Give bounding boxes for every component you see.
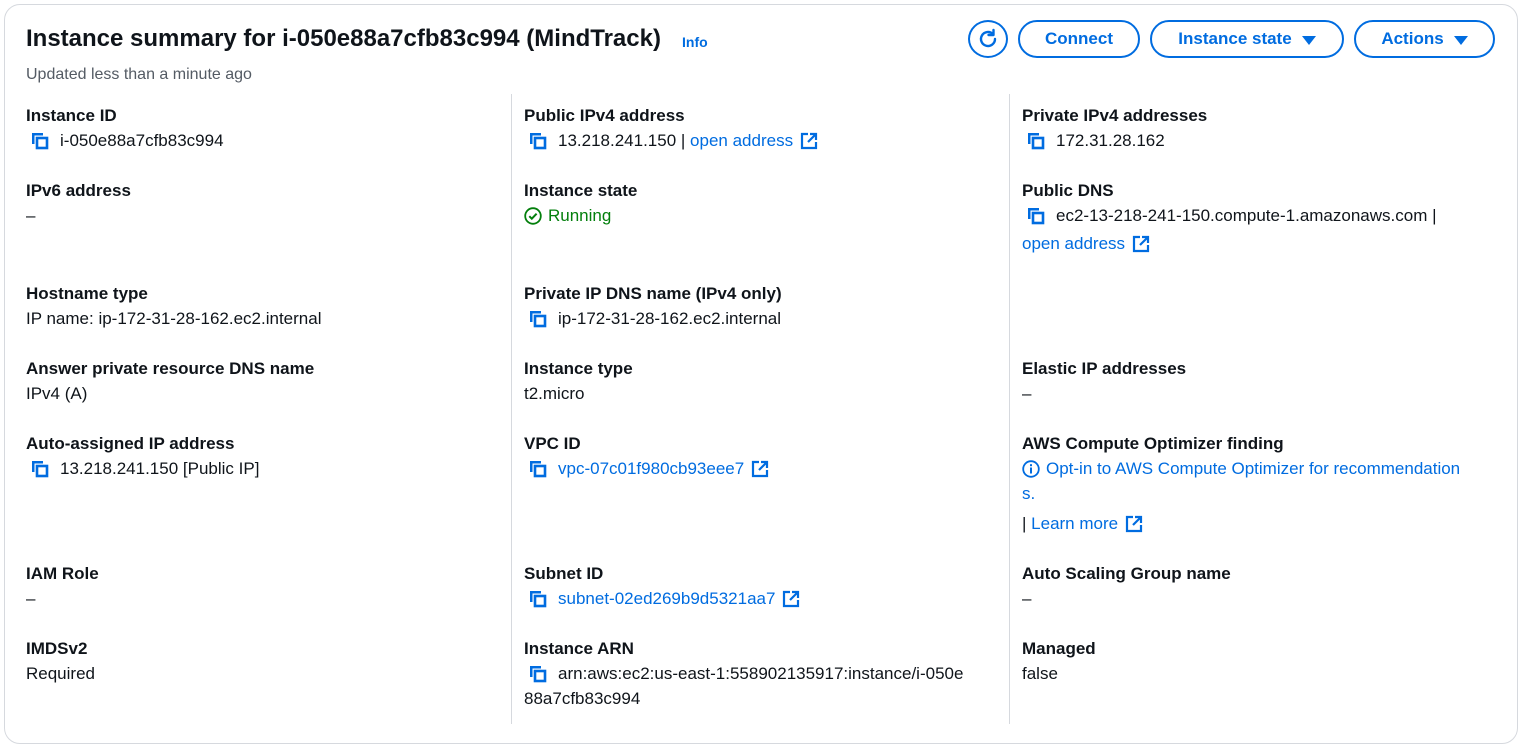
ipv6-label: IPv6 address bbox=[26, 181, 131, 200]
subnet-id-label: Subnet ID bbox=[524, 564, 604, 583]
instance-state-button-label: Instance state bbox=[1178, 29, 1292, 48]
connect-button-label: Connect bbox=[1045, 29, 1113, 48]
answer-dns-value: IPv4 (A) bbox=[26, 384, 88, 403]
iam-role-label: IAM Role bbox=[26, 564, 99, 583]
caret-down-icon bbox=[1453, 35, 1468, 45]
imdsv2-label: IMDSv2 bbox=[26, 639, 88, 658]
elastic-ip-label: Elastic IP addresses bbox=[1022, 359, 1187, 378]
optimizer-label: AWS Compute Optimizer finding bbox=[1022, 434, 1284, 453]
subnet-id-link[interactable]: subnet-02ed269b9d5321aa7 bbox=[558, 589, 775, 609]
iam-role-value: – bbox=[26, 589, 36, 608]
copy-icon[interactable] bbox=[30, 131, 50, 151]
instance-arn-text-line1: arn:aws:ec2:us-east-1:558902135917:insta… bbox=[558, 664, 964, 683]
auto-ip-text: 13.218.241.150 [Public IP] bbox=[60, 459, 260, 478]
asg-value: – bbox=[1022, 589, 1032, 608]
public-ipv4-label: Public IPv4 address bbox=[524, 106, 685, 125]
copy-icon[interactable] bbox=[1026, 206, 1046, 226]
actions-button-label: Actions bbox=[1381, 29, 1444, 48]
instance-state-label: Instance state bbox=[524, 181, 638, 200]
subnet-id-value: subnet-02ed269b9d5321aa7 bbox=[528, 589, 800, 609]
managed-label: Managed bbox=[1022, 639, 1096, 658]
public-dns-text: ec2-13-218-241-150.compute-1.amazonaws.c… bbox=[1056, 206, 1437, 225]
copy-icon[interactable] bbox=[30, 459, 50, 479]
actions-button[interactable]: Actions bbox=[1354, 20, 1495, 58]
instance-arn-text-line2: 88a7cfb83c994 bbox=[524, 689, 641, 708]
public-dns-open-address: open address bbox=[1022, 234, 1150, 254]
optimizer-opt-in-link-continued[interactable]: s. bbox=[1022, 484, 1035, 504]
external-link-icon[interactable] bbox=[800, 132, 818, 150]
updated-text: Updated less than a minute ago bbox=[26, 66, 252, 83]
page-title: Instance summary for i-050e88a7cfb83c994… bbox=[26, 25, 661, 52]
learn-more-separator: | bbox=[1022, 514, 1027, 533]
external-link-icon[interactable] bbox=[1132, 235, 1150, 253]
vpc-id-value: vpc-07c01f980cb93eee7 bbox=[528, 459, 769, 479]
copy-icon[interactable] bbox=[1026, 131, 1046, 151]
info-link[interactable]: Info bbox=[682, 34, 708, 50]
instance-type-value: t2.micro bbox=[524, 384, 585, 403]
public-ipv4-text: 13.218.241.150 | bbox=[558, 131, 686, 150]
optimizer-learn-more: | Learn more bbox=[1022, 514, 1143, 534]
instance-id-text: i-050e88a7cfb83c994 bbox=[60, 131, 224, 150]
private-ipv4-label: Private IPv4 addresses bbox=[1022, 106, 1208, 125]
copy-icon[interactable] bbox=[528, 309, 548, 329]
column-divider bbox=[1009, 94, 1010, 724]
refresh-button[interactable] bbox=[968, 20, 1008, 58]
column-divider bbox=[511, 94, 512, 724]
info-circle-icon bbox=[1022, 460, 1040, 478]
instance-arn-value: arn:aws:ec2:us-east-1:558902135917:insta… bbox=[528, 664, 963, 684]
optimizer-opt-in-link-end[interactable]: s. bbox=[1022, 484, 1035, 504]
instance-state-text: Running bbox=[548, 206, 612, 225]
private-ipv4-text: 172.31.28.162 bbox=[1056, 131, 1165, 150]
private-dns-value: ip-172-31-28-162.ec2.internal bbox=[528, 309, 781, 329]
external-link-icon[interactable] bbox=[751, 460, 769, 478]
instance-state-value: Running bbox=[524, 206, 611, 226]
external-link-icon[interactable] bbox=[782, 590, 800, 608]
instance-arn-label: Instance ARN bbox=[524, 639, 634, 658]
managed-value: false bbox=[1022, 664, 1058, 683]
public-dns-value: ec2-13-218-241-150.compute-1.amazonaws.c… bbox=[1026, 206, 1437, 226]
auto-ip-label: Auto-assigned IP address bbox=[26, 434, 235, 453]
copy-icon[interactable] bbox=[528, 459, 548, 479]
public-dns-open-address-link[interactable]: open address bbox=[1022, 234, 1125, 254]
refresh-icon bbox=[979, 28, 997, 48]
auto-ip-value: 13.218.241.150 [Public IP] bbox=[30, 459, 259, 479]
optimizer-opt-in-link[interactable]: Opt-in to AWS Compute Optimizer for reco… bbox=[1046, 459, 1460, 479]
answer-dns-label: Answer private resource DNS name bbox=[26, 359, 315, 378]
instance-type-label: Instance type bbox=[524, 359, 633, 378]
public-ipv4-value: 13.218.241.150 | open address bbox=[528, 131, 818, 151]
instance-id-label: Instance ID bbox=[26, 106, 117, 125]
elastic-ip-value: – bbox=[1022, 384, 1032, 403]
vpc-id-label: VPC ID bbox=[524, 434, 581, 453]
copy-icon[interactable] bbox=[528, 664, 548, 684]
hostname-type-value: IP name: ip-172-31-28-162.ec2.internal bbox=[26, 309, 322, 328]
vpc-id-link[interactable]: vpc-07c01f980cb93eee7 bbox=[558, 459, 744, 479]
asg-label: Auto Scaling Group name bbox=[1022, 564, 1231, 583]
public-dns-label: Public DNS bbox=[1022, 181, 1114, 200]
caret-down-icon bbox=[1301, 35, 1316, 45]
external-link-icon[interactable] bbox=[1125, 515, 1143, 533]
private-dns-label: Private IP DNS name (IPv4 only) bbox=[524, 284, 782, 303]
check-circle-icon bbox=[524, 207, 542, 225]
public-ipv4-open-address-link[interactable]: open address bbox=[690, 131, 793, 151]
imdsv2-value: Required bbox=[26, 664, 95, 683]
copy-icon[interactable] bbox=[528, 589, 548, 609]
hostname-type-label: Hostname type bbox=[26, 284, 148, 303]
ipv6-value: – bbox=[26, 206, 36, 225]
instance-state-button[interactable]: Instance state bbox=[1150, 20, 1344, 58]
instance-id-value: i-050e88a7cfb83c994 bbox=[30, 131, 224, 151]
private-ipv4-value: 172.31.28.162 bbox=[1026, 131, 1165, 151]
optimizer-value: Opt-in to AWS Compute Optimizer for reco… bbox=[1022, 459, 1460, 479]
learn-more-link[interactable]: Learn more bbox=[1031, 514, 1118, 534]
connect-button[interactable]: Connect bbox=[1018, 20, 1140, 58]
copy-icon[interactable] bbox=[528, 131, 548, 151]
private-dns-text: ip-172-31-28-162.ec2.internal bbox=[558, 309, 782, 328]
